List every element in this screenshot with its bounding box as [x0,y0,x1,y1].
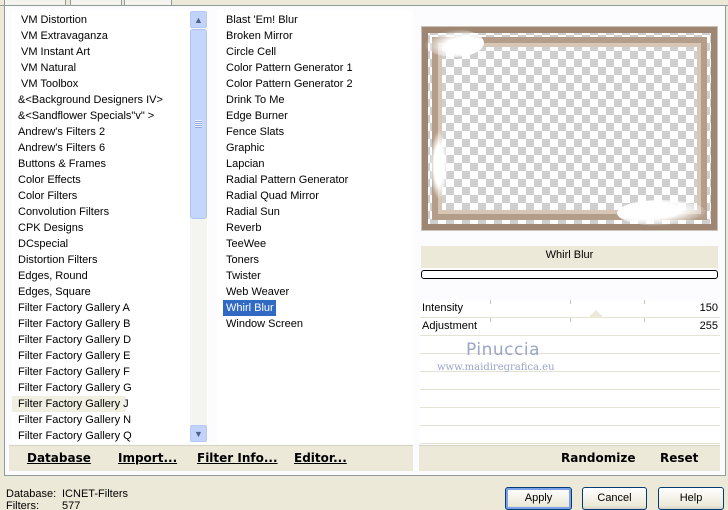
status-value: 577 [62,500,81,510]
category-list-item[interactable]: Filter Factory Gallery Q [12,428,192,443]
watermark-url: www.maidiregrafica.eu [437,362,555,373]
preview-swirl [424,29,484,57]
filter-list-item[interactable]: Fence Slats [223,124,286,140]
filter-list-item[interactable]: Color Pattern Generator 1 [223,60,355,76]
slider-pointer-icon[interactable] [588,310,604,318]
filter-list-item[interactable]: Twister [223,268,263,284]
param-row-empty [420,426,720,444]
grip-icon [195,120,202,128]
filter-list-item[interactable]: Radial Quad Mirror [223,188,321,204]
category-list-item[interactable]: VM Instant Art [15,44,195,60]
progress-bar [421,270,718,279]
category-list-item[interactable]: Filter Factory Gallery A [12,300,192,316]
category-list-item[interactable]: Distortion Filters [12,252,192,268]
param-value: 150 [699,302,718,314]
filter-list[interactable]: Blast 'Em! Blur Broken Mirror Circle Cell C… [217,10,413,443]
category-list-item[interactable]: &<Sandflower Specials"v" > [12,108,192,124]
category-list-item[interactable]: Convolution Filters [12,204,192,220]
filter-list-item[interactable]: Whirl Blur [223,300,276,316]
category-list-item[interactable]: Filter Factory Gallery D [12,332,192,348]
category-list[interactable]: VM Distortion VM Extravaganza VM Instant A… [12,10,208,443]
param-row-empty [420,408,720,426]
filter-list-item[interactable]: Circle Cell [223,44,278,60]
help-button[interactable]: Help [658,487,724,510]
category-list-item[interactable]: Filter Factory Gallery N [12,412,192,428]
category-list-item[interactable]: Andrew's Filters 2 [12,124,192,140]
category-list-item[interactable]: Filter Factory Gallery B [12,316,192,332]
param-row-empty [420,390,720,408]
randomize-button[interactable]: Randomize [561,451,635,465]
category-list-item[interactable]: CPK Designs [12,220,192,236]
param-row-empty [420,372,720,390]
category-list-item[interactable]: VM Extravaganza [15,28,195,44]
filter-list-item[interactable]: Radial Pattern Generator [223,172,350,188]
filter-info-button[interactable]: Filter Info... [197,451,278,465]
filter-list-item[interactable]: Drink To Me [223,92,286,108]
status-label: Database: [6,488,57,500]
param-label: Adjustment [422,320,478,332]
category-list-item[interactable]: Filter Factory Gallery G [12,380,192,396]
apply-button[interactable]: Apply [505,487,572,510]
category-list-item[interactable]: Edges, Round [12,268,192,284]
filter-list-item[interactable]: Broken Mirror [223,28,295,44]
filter-list-item[interactable]: Window Screen [223,316,305,332]
param-row-adjustment[interactable]: Adjustment 255 [420,318,720,336]
category-list-item[interactable]: DCspecial [12,236,192,252]
filter-list-item[interactable]: Radial Sun [223,204,282,220]
filter-list-item[interactable]: Graphic [223,140,267,156]
category-list-item[interactable]: Filter Factory Gallery F [12,364,192,380]
preview-image [421,26,718,231]
category-list-item[interactable]: Filter Factory Gallery E [12,348,192,364]
filter-list-item[interactable]: Color Pattern Generator 2 [223,76,355,92]
filter-list-item[interactable]: Blast 'Em! Blur [223,12,300,28]
param-label: Intensity [422,302,463,314]
category-list-item[interactable]: Andrew's Filters 6 [12,140,192,156]
filter-list-item[interactable]: TeeWee [223,236,268,252]
reset-button[interactable]: Reset [660,451,698,465]
chevron-up-icon: ▲ [194,14,203,25]
database-button[interactable]: Database [27,451,91,465]
status-database: Database: ICNET-Filters [6,488,128,500]
chevron-down-icon: ▼ [194,428,203,439]
watermark-name: Pinuccia [466,340,540,360]
category-list-item[interactable]: VM Natural [15,60,195,76]
category-list-item[interactable]: Color Filters [12,188,192,204]
import-button[interactable]: Import... [118,451,177,465]
category-list-item[interactable]: VM Distortion [15,12,195,28]
param-row-empty [420,336,720,354]
filter-list-item[interactable]: Lapcian [223,156,267,172]
editor-button[interactable]: Editor... [294,451,347,465]
category-list-item[interactable]: Edges, Square [12,284,192,300]
filter-title: Whirl Blur [545,249,594,261]
filter-list-item[interactable]: Web Weaver [223,284,291,300]
status-value: ICNET-Filters [62,488,128,500]
category-list-item[interactable]: Buttons & Frames [12,156,192,172]
filter-list-item[interactable]: Toners [223,252,261,268]
filter-list-item[interactable]: Reverb [223,220,263,236]
category-list-item[interactable]: &<Background Designers IV> [12,92,192,108]
scroll-thumb[interactable] [190,29,207,219]
preview-swirl [430,130,448,200]
cancel-button[interactable]: Cancel [582,487,647,510]
category-list-item[interactable]: Filter Factory Gallery J [12,396,129,412]
scroll-down-button[interactable]: ▼ [190,425,207,442]
category-list-item[interactable]: VM Toolbox [15,76,195,92]
param-value: 255 [699,320,718,332]
param-row-intensity[interactable]: Intensity 150 [420,300,720,318]
scroll-up-button[interactable]: ▲ [190,11,207,28]
filter-list-item[interactable]: Edge Burner [223,108,290,124]
status-label: Filters: [6,500,39,510]
status-filters: Filters: 577 [6,500,80,510]
preview-swirl [617,200,707,226]
category-list-item[interactable]: Color Effects [12,172,192,188]
database-toolbar: Database Import... Filter Info... Editor… [9,445,413,471]
category-scrollbar[interactable]: ▲ ▼ [190,11,207,442]
slider-ticks [420,300,720,304]
parameter-toolbar: Randomize Reset [419,445,720,471]
